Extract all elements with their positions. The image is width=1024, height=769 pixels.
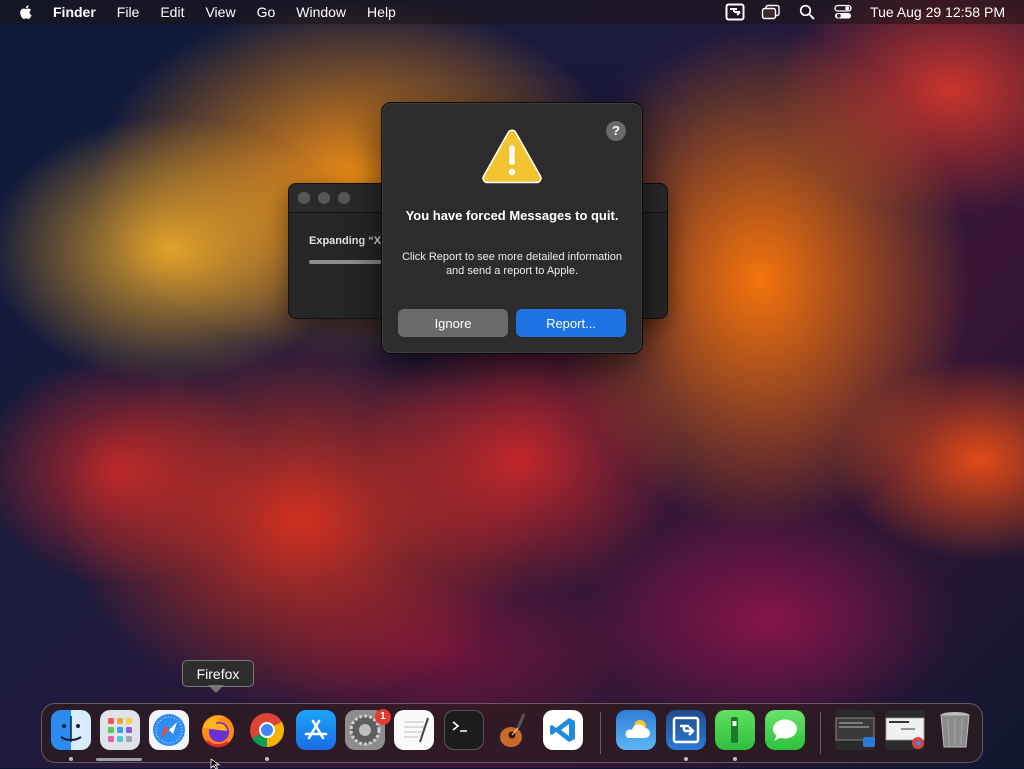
facetime-icon[interactable]: [715, 710, 755, 750]
minimized-window-icon[interactable]: [835, 710, 875, 750]
facetime-running-indicator: [733, 757, 737, 761]
menu-go[interactable]: Go: [257, 4, 276, 20]
chrome-icon[interactable]: [247, 710, 287, 750]
app-store-icon[interactable]: [296, 710, 336, 750]
window-switcher-icon[interactable]: [760, 3, 782, 21]
dock: 1: [41, 703, 983, 763]
menu-file[interactable]: File: [117, 4, 140, 20]
dock-separator: [820, 712, 821, 754]
textedit-icon[interactable]: [394, 710, 434, 750]
menu-bar: Finder File Edit View Go Window Help Tue…: [0, 0, 1024, 24]
garageband-icon[interactable]: [494, 710, 534, 750]
menu-help[interactable]: Help: [367, 4, 396, 20]
finder-icon[interactable]: [51, 710, 91, 750]
minimize-window-button[interactable]: [318, 192, 330, 204]
expanding-status-text: Expanding “X: [309, 235, 382, 247]
finder-running-indicator: [69, 757, 73, 761]
minimized-chrome-window-icon[interactable]: [885, 710, 925, 750]
close-window-button[interactable]: [298, 192, 310, 204]
remote-desktop-running-indicator: [684, 757, 688, 761]
trash-icon[interactable]: [935, 710, 975, 750]
progress-bar-fill: [309, 260, 382, 264]
menu-view[interactable]: View: [205, 4, 235, 20]
alert-body-text: Click Report to see more detailed inform…: [401, 251, 623, 277]
spotlight-search-icon[interactable]: [796, 3, 818, 21]
ignore-button[interactable]: Ignore: [398, 309, 508, 337]
menu-app-name[interactable]: Finder: [53, 4, 96, 20]
menu-window[interactable]: Window: [296, 4, 346, 20]
weather-icon[interactable]: [616, 710, 656, 750]
firefox-icon[interactable]: [198, 710, 238, 750]
help-button[interactable]: ?: [606, 121, 626, 141]
chrome-running-indicator: [265, 757, 269, 761]
remote-desktop-icon[interactable]: [666, 710, 706, 750]
launchpad-icon[interactable]: [100, 710, 140, 750]
settings-notification-badge: 1: [375, 709, 391, 725]
control-center-icon[interactable]: [832, 3, 854, 21]
menu-edit[interactable]: Edit: [160, 4, 184, 20]
apple-logo-icon[interactable]: [19, 4, 35, 20]
terminal-icon[interactable]: [444, 710, 484, 750]
dock-separator: [600, 712, 601, 754]
messages-icon[interactable]: [765, 710, 805, 750]
safari-icon[interactable]: [149, 710, 189, 750]
alert-title: You have forced Messages to quit.: [405, 208, 619, 223]
screen-share-icon[interactable]: [724, 3, 746, 21]
menu-bar-status-area: Tue Aug 29 12:58 PM: [724, 0, 1024, 24]
dock-tooltip: Firefox: [182, 660, 254, 687]
zoom-window-button[interactable]: [338, 192, 350, 204]
force-quit-alert-dialog: ? You have forced Messages to quit. Clic…: [381, 102, 643, 354]
report-button[interactable]: Report...: [516, 309, 626, 337]
tooltip-arrow: [208, 685, 224, 693]
menu-bar-clock[interactable]: Tue Aug 29 12:58 PM: [870, 4, 1005, 20]
warning-triangle-icon: [482, 129, 542, 184]
vscode-icon[interactable]: [543, 710, 583, 750]
launchpad-indicator: [96, 758, 142, 761]
